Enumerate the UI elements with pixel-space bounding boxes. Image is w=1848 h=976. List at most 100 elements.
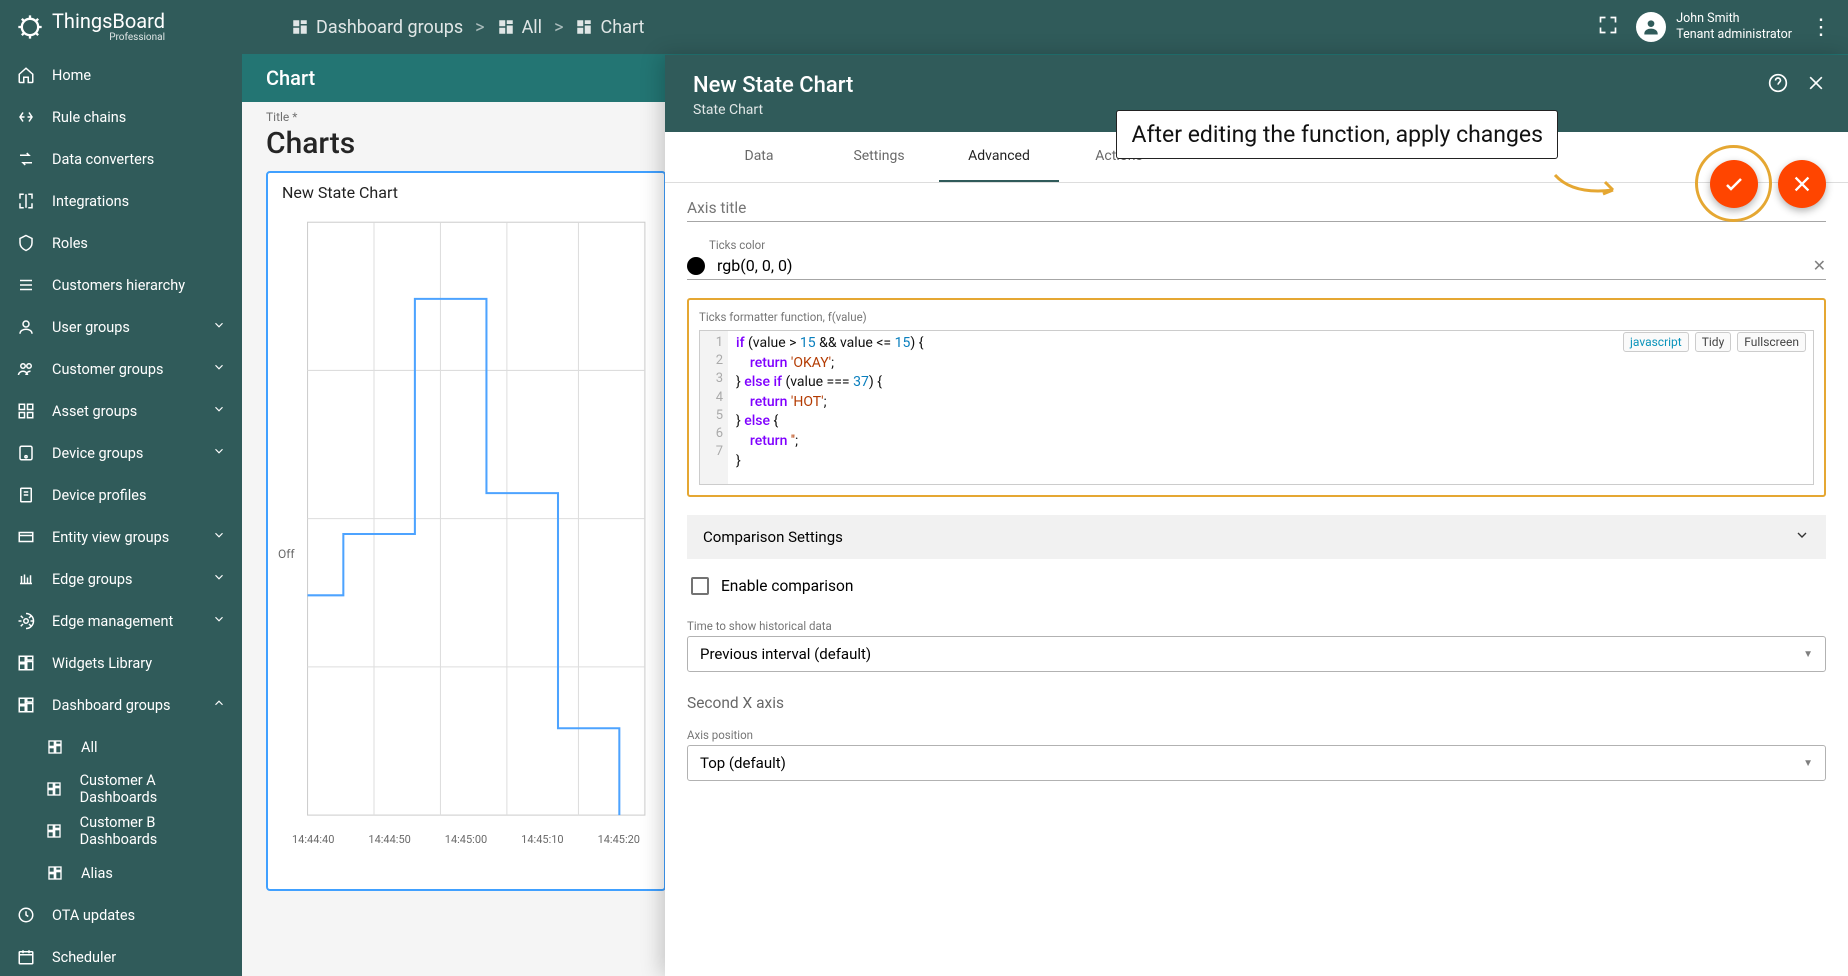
chevron-up-icon [212, 696, 226, 714]
chart-widget[interactable]: New State Chart Off 14:4 [266, 171, 666, 891]
sidebar-item-data-converters[interactable]: Data converters [0, 138, 242, 180]
axis-pos-select[interactable]: Top (default) ▼ [687, 745, 1826, 781]
widgets-icon [16, 654, 36, 672]
tidy-button[interactable]: Tidy [1695, 332, 1732, 352]
sidebar-item-alias[interactable]: Alias [0, 852, 242, 894]
assets-icon [16, 402, 36, 420]
time-hist-select[interactable]: Previous interval (default) ▼ [687, 636, 1826, 672]
entity-icon [16, 528, 36, 546]
ticks-formatter-code: Ticks formatter function, f(value) javas… [687, 298, 1826, 497]
sidebar-item-customer-groups[interactable]: Customer groups [0, 348, 242, 390]
dashboard-icon [45, 739, 65, 755]
fullscreen-button[interactable]: Fullscreen [1737, 332, 1806, 352]
sidebar-item-customer-b-dashboards[interactable]: Customer B Dashboards [0, 810, 242, 852]
sidebar-item-scheduler[interactable]: Scheduler [0, 936, 242, 976]
chevron-right-icon: > [554, 17, 563, 38]
tab-settings[interactable]: Settings [819, 132, 939, 182]
sidebar-item-all[interactable]: All [0, 726, 242, 768]
breadcrumb-item[interactable]: Chart [575, 17, 644, 38]
help-icon[interactable] [1768, 73, 1788, 97]
chevron-down-icon [212, 612, 226, 630]
cancel-button[interactable] [1778, 160, 1826, 208]
sidebar-item-label: Scheduler [52, 949, 116, 966]
dashboard-icon [497, 18, 515, 36]
sidebar-item-entity-view-groups[interactable]: Entity view groups [0, 516, 242, 558]
dashboard-icon [291, 18, 309, 36]
close-icon[interactable] [1806, 73, 1826, 97]
widget-edit-panel: New State Chart State Chart Data Setting… [665, 55, 1848, 976]
comparison-section[interactable]: Comparison Settings [687, 515, 1826, 559]
enable-comparison-checkbox[interactable]: Enable comparison [687, 559, 1826, 603]
chevron-down-icon [212, 402, 226, 420]
more-icon[interactable]: ⋮ [1810, 15, 1832, 40]
sidebar-item-device-profiles[interactable]: Device profiles [0, 474, 242, 516]
lang-badge[interactable]: javascript [1623, 332, 1689, 352]
sidebar-item-label: Roles [52, 235, 88, 252]
sidebar-item-roles[interactable]: Roles [0, 222, 242, 264]
sidebar-item-label: Data converters [52, 151, 154, 168]
user-role: Tenant administrator [1676, 27, 1792, 43]
sidebar-item-dashboard-groups[interactable]: Dashboard groups [0, 684, 242, 726]
axis-title-input[interactable] [687, 193, 1826, 222]
sidebar-item-ota-updates[interactable]: OTA updates [0, 894, 242, 936]
second-x-axis-label: Second X axis [687, 694, 1826, 712]
user-menu[interactable]: John Smith Tenant administrator [1636, 11, 1792, 42]
ticks-color-label: Ticks color [709, 238, 1826, 252]
ticks-color-field[interactable]: rgb(0, 0, 0) ✕ [687, 252, 1826, 280]
sidebar-item-customer-a-dashboards[interactable]: Customer A Dashboards [0, 768, 242, 810]
tab-advanced[interactable]: Advanced [939, 132, 1059, 182]
tab-data[interactable]: Data [699, 132, 819, 182]
sidebar-item-customers-hierarchy[interactable]: Customers hierarchy [0, 264, 242, 306]
sidebar-item-label: User groups [52, 319, 130, 336]
chevron-down-icon [212, 360, 226, 378]
color-swatch [687, 257, 705, 275]
customers-icon [16, 360, 36, 378]
chevron-right-icon: > [475, 17, 484, 38]
sidebar-item-label: Rule chains [52, 109, 126, 126]
breadcrumb-item[interactable]: Dashboard groups [291, 17, 463, 38]
time-hist-label: Time to show historical data [687, 619, 1826, 633]
user-name: John Smith [1676, 11, 1792, 27]
chevron-down-icon: ▼ [1803, 758, 1813, 769]
edge-icon [16, 570, 36, 588]
sidebar-item-edge-groups[interactable]: Edge groups [0, 558, 242, 600]
sidebar-item-integrations[interactable]: Integrations [0, 180, 242, 222]
breadcrumb-item[interactable]: All [497, 17, 543, 38]
sidebar-item-edge-management[interactable]: Edge management [0, 600, 242, 642]
widget-title: New State Chart [282, 183, 650, 202]
code-editor[interactable]: 1234567 if (value > 15 && value <= 15) {… [699, 330, 1814, 485]
sidebar-item-label: OTA updates [52, 907, 135, 924]
app-logo[interactable]: ThingsBoard Professional [16, 11, 241, 43]
hierarchy-icon [16, 276, 36, 294]
dashboard-icon [45, 823, 64, 839]
apply-button[interactable] [1710, 160, 1758, 208]
home-icon [16, 66, 36, 84]
state-chart [282, 214, 650, 854]
sidebar-item-label: Customer B Dashboards [80, 814, 226, 848]
sidebar-item-device-groups[interactable]: Device groups [0, 432, 242, 474]
sidebar-item-user-groups[interactable]: User groups [0, 306, 242, 348]
sidebar-item-label: Widgets Library [52, 655, 152, 672]
dashboard-icon [45, 865, 65, 881]
avatar-icon [1636, 12, 1666, 42]
profile-icon [16, 486, 36, 504]
sidebar-item-label: Customer A Dashboards [80, 772, 226, 806]
devices-icon [16, 444, 36, 462]
sidebar-item-widgets-library[interactable]: Widgets Library [0, 642, 242, 684]
fullscreen-icon[interactable] [1598, 15, 1618, 39]
sidebar-item-home[interactable]: Home [0, 54, 242, 96]
sidebar-item-label: Device profiles [52, 487, 146, 504]
clear-icon[interactable]: ✕ [1813, 256, 1826, 275]
page-title: Chart [266, 66, 315, 90]
callout-arrow-icon [1553, 155, 1623, 205]
sidebar-item-label: Alias [81, 865, 113, 882]
sidebar: Home Rule chains Data converters Integratio… [0, 54, 242, 976]
sidebar-item-label: Asset groups [52, 403, 137, 420]
checkbox-icon [691, 577, 709, 595]
sidebar-item-rule-chains[interactable]: Rule chains [0, 96, 242, 138]
sidebar-item-asset-groups[interactable]: Asset groups [0, 390, 242, 432]
sidebar-item-label: Home [52, 67, 91, 84]
sidebar-item-label: All [81, 739, 98, 756]
sidebar-item-label: Customers hierarchy [52, 277, 185, 294]
dashboards-icon [16, 696, 36, 714]
